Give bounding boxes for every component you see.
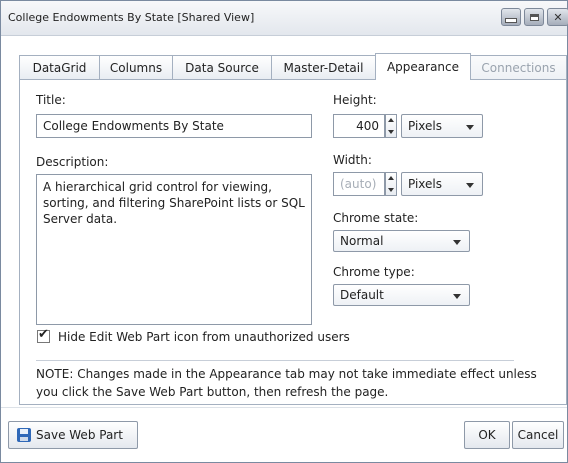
- maximize-icon: [529, 13, 539, 21]
- tab-connections: Connections: [470, 55, 567, 79]
- divider: [36, 360, 514, 361]
- chevron-down-icon: [388, 130, 394, 134]
- dropdown-caret-icon: [466, 183, 474, 188]
- height-label: Height:: [333, 93, 377, 107]
- cancel-button[interactable]: Cancel: [512, 421, 564, 449]
- dropdown-caret-icon: [453, 294, 461, 299]
- description-textarea[interactable]: A hierarchical grid control for viewing,…: [36, 174, 312, 325]
- title-bar: College Endowments By State [Shared View…: [1, 1, 568, 36]
- tab-appearance[interactable]: Appearance: [375, 53, 471, 80]
- hide-icon-label: Hide Edit Web Part icon from unauthorize…: [58, 330, 350, 344]
- save-web-part-button[interactable]: Save Web Part: [8, 421, 138, 449]
- dialog-window: College Endowments By State [Shared View…: [0, 0, 568, 463]
- ok-button[interactable]: OK: [464, 421, 510, 449]
- chrome-type-value: Default: [340, 288, 384, 302]
- tab-data-source[interactable]: Data Source: [172, 55, 272, 79]
- appearance-panel: Title: College Endowments By State Descr…: [19, 79, 567, 405]
- hide-icon-checkbox[interactable]: ✔: [37, 327, 50, 343]
- height-stepper[interactable]: [385, 114, 397, 138]
- width-unit-value: Pixels: [408, 177, 443, 191]
- tab-datagrid[interactable]: DataGrid: [19, 55, 100, 79]
- chrome-type-select[interactable]: Default: [333, 284, 470, 306]
- width-input[interactable]: (auto): [333, 172, 385, 196]
- chevron-up-icon: [388, 176, 394, 180]
- dropdown-caret-icon: [453, 240, 461, 245]
- height-unit-select[interactable]: Pixels: [401, 114, 483, 138]
- close-button[interactable]: ✕: [547, 8, 568, 26]
- tab-columns[interactable]: Columns: [99, 55, 173, 79]
- minimize-icon: [505, 17, 517, 23]
- maximize-button[interactable]: [524, 8, 544, 26]
- dropdown-caret-icon: [466, 125, 474, 130]
- tab-strip: DataGrid Columns Data Source Master-Deta…: [19, 53, 567, 80]
- width-stepper[interactable]: [385, 172, 397, 196]
- height-unit-value: Pixels: [408, 119, 443, 133]
- description-label: Description:: [36, 155, 109, 169]
- title-input[interactable]: College Endowments By State: [36, 114, 312, 138]
- save-button-label: Save Web Part: [36, 428, 123, 442]
- title-label: Title:: [36, 93, 66, 107]
- footer-divider: [1, 407, 567, 408]
- close-icon: ✕: [553, 10, 563, 24]
- chevron-down-icon: [388, 188, 394, 192]
- floppy-disk-icon: [17, 428, 31, 442]
- tab-master-detail[interactable]: Master-Detail: [271, 55, 376, 79]
- appearance-note: NOTE: Changes made in the Appearance tab…: [36, 367, 537, 399]
- width-unit-select[interactable]: Pixels: [401, 172, 483, 196]
- chrome-type-label: Chrome type:: [333, 265, 415, 279]
- window-title: College Endowments By State [Shared View…: [8, 11, 255, 24]
- chrome-state-select[interactable]: Normal: [333, 230, 470, 252]
- checkmark-icon: ✔: [38, 327, 49, 342]
- chrome-state-value: Normal: [340, 234, 384, 248]
- height-input[interactable]: 400: [333, 114, 385, 138]
- minimize-button[interactable]: [501, 8, 521, 26]
- width-label: Width:: [333, 153, 372, 167]
- chevron-up-icon: [388, 118, 394, 122]
- chrome-state-label: Chrome state:: [333, 211, 419, 225]
